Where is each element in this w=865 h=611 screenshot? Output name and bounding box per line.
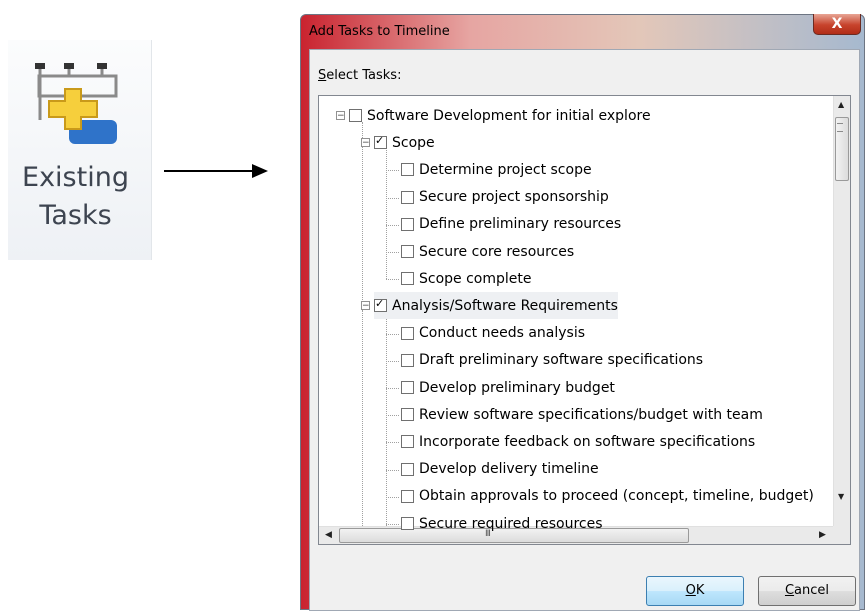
tree-item-label: Develop delivery timeline — [419, 461, 599, 478]
ok-accel: O — [685, 583, 696, 598]
cancel-accel: C — [784, 583, 795, 598]
tree-connector — [386, 415, 399, 417]
vertical-scrollbar[interactable]: ▲ ▼ — [833, 96, 850, 526]
collapse-icon[interactable]: − — [361, 301, 370, 311]
tree-connector — [386, 524, 399, 525]
tree-item-checkbox[interactable] — [401, 163, 414, 177]
task-tree[interactable]: ▲ ▼ ◀ III ▶ Software Development for ini… — [318, 95, 851, 545]
right-arrow-icon — [164, 164, 268, 178]
ok-button[interactable]: OK — [646, 576, 744, 606]
tree-connector — [386, 252, 399, 253]
scroll-down-arrow-icon[interactable]: ▼ — [838, 492, 844, 501]
cancel-button[interactable]: Cancel — [758, 576, 856, 606]
tree-item-label: Scope complete — [419, 270, 532, 287]
tree-connector — [362, 122, 363, 303]
tree-item[interactable]: Determine project scope — [401, 156, 592, 183]
tree-item[interactable]: Develop delivery timeline — [401, 456, 599, 483]
tree-item[interactable]: Draft preliminary software specification… — [401, 347, 703, 374]
collapse-icon[interactable]: − — [361, 138, 370, 148]
tree-item-label: Secure core resources — [419, 243, 575, 260]
tree-item[interactable]: Secure required resources — [401, 510, 603, 537]
tree-item[interactable]: Obtain approvals to proceed (concept, ti… — [401, 483, 814, 510]
tree-item-checkbox[interactable] — [349, 109, 362, 122]
tree-item-checkbox[interactable] — [401, 353, 414, 367]
tree-item-checkbox[interactable] — [401, 217, 414, 231]
scroll-right-arrow-icon[interactable]: ▶ — [819, 530, 826, 540]
tree-item[interactable]: Secure project sponsorship — [401, 184, 609, 211]
tree-item-label: Analysis/Software Requirements — [392, 297, 618, 314]
tree-item-label: Determine project scope — [419, 161, 592, 178]
tree-item[interactable]: Software Development for initial explore — [349, 102, 651, 129]
tree-item[interactable]: Scope complete — [401, 265, 532, 292]
tree-item[interactable]: Scope — [374, 129, 435, 156]
existing-label: Existing — [22, 162, 129, 193]
ok-rest: K — [695, 583, 705, 598]
tree-item-label: Draft preliminary software specification… — [419, 352, 704, 369]
tree-connector — [386, 197, 399, 199]
tree-item-checkbox[interactable] — [401, 326, 414, 340]
tree-item-label: Conduct needs analysis — [419, 325, 586, 342]
tree-item-label: Software Development for initial explore — [367, 107, 651, 124]
existing-tasks-button[interactable]: Existing Tasks — [8, 40, 152, 260]
scrollbar-corner — [833, 526, 850, 544]
tree-item[interactable]: Secure core resources — [401, 238, 574, 265]
tree-item-checkbox[interactable] — [401, 462, 414, 476]
cancel-rest: ancel — [794, 583, 830, 598]
tree-item-checkbox[interactable] — [401, 435, 414, 449]
tree-connector — [386, 279, 399, 281]
tree-connector — [386, 360, 399, 362]
existing-tasks-icon — [35, 63, 118, 144]
dialog-title: Add Tasks to Timeline — [309, 24, 450, 39]
collapse-icon[interactable]: − — [336, 111, 345, 121]
tree-item-checkbox[interactable] — [401, 489, 414, 503]
tasks-label: Tasks — [39, 200, 112, 231]
tree-connector — [386, 388, 399, 389]
tree-item-label: Secure required resources — [419, 515, 603, 532]
scroll-grip-icon — [837, 123, 843, 132]
select-label-rest: elect Tasks: — [326, 68, 402, 83]
tree-item-label: Incorporate feedback on software specifi… — [419, 433, 756, 450]
add-tasks-dialog: Add Tasks to Timeline X Select Tasks: ▲ … — [300, 14, 865, 611]
dialog-body: Select Tasks: ▲ ▼ ◀ III ▶ Software Devel… — [309, 49, 860, 611]
tree-connector — [362, 310, 363, 526]
tree-item[interactable]: Define preliminary resources — [401, 211, 621, 238]
tree-item-checkbox[interactable] — [401, 245, 414, 258]
tree-item-label: Scope — [392, 134, 435, 151]
tree-item-label: Develop preliminary budget — [419, 379, 615, 396]
select-tasks-label: Select Tasks: — [318, 68, 401, 83]
tree-item[interactable]: Analysis/Software Requirements — [374, 292, 618, 320]
tree-item-label: Secure project sponsorship — [419, 189, 609, 206]
tree-item[interactable]: Develop preliminary budget — [401, 374, 615, 401]
tree-connector — [386, 224, 399, 226]
tree-item[interactable]: Conduct needs analysis — [401, 320, 585, 347]
tree-item-checkbox[interactable] — [374, 297, 387, 313]
tree-connector — [386, 442, 399, 444]
tree-item-checkbox[interactable] — [401, 381, 414, 394]
scroll-up-arrow-icon[interactable]: ▲ — [838, 100, 844, 109]
tree-item-checkbox[interactable] — [401, 517, 414, 530]
tree-connector — [386, 170, 399, 172]
tree-item-label: Review software specifications/budget wi… — [419, 406, 763, 423]
tree-item-checkbox[interactable] — [374, 134, 387, 150]
tree-item[interactable]: Review software specifications/budget wi… — [401, 401, 763, 428]
tree-connector — [386, 333, 399, 335]
scroll-left-arrow-icon[interactable]: ◀ — [325, 530, 332, 540]
tree-item[interactable]: Incorporate feedback on software specifi… — [401, 428, 755, 455]
tree-connector — [386, 469, 399, 471]
close-button[interactable]: X — [813, 14, 861, 35]
tree-connector — [386, 147, 387, 280]
tree-item-label: Obtain approvals to proceed (concept, ti… — [419, 488, 814, 505]
tree-item-label: Define preliminary resources — [419, 216, 622, 233]
tree-connector — [386, 496, 399, 498]
tree-item-checkbox[interactable] — [401, 190, 414, 204]
tree-item-checkbox[interactable] — [401, 272, 414, 286]
tree-connector — [386, 310, 387, 526]
tree-item-checkbox[interactable] — [401, 408, 414, 422]
